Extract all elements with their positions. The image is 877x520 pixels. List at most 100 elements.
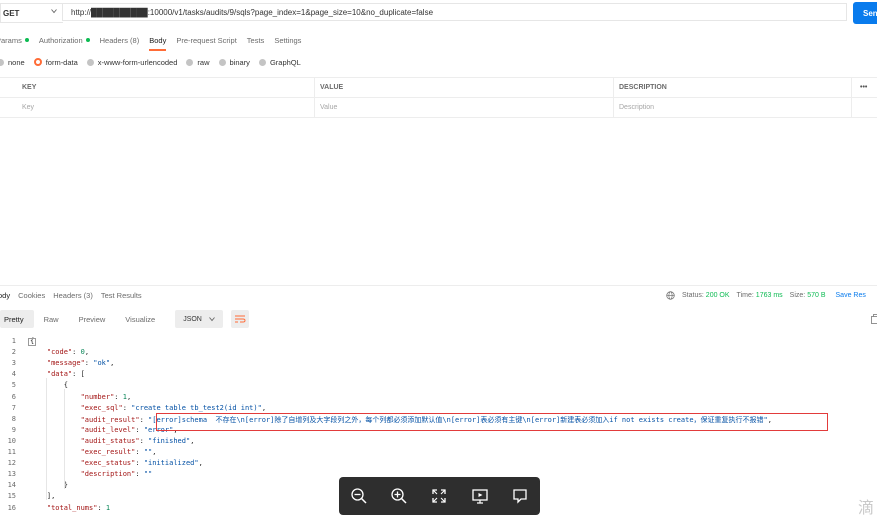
- fold-toggle-icon[interactable]: [28, 338, 36, 346]
- body-type-label: raw: [197, 57, 210, 67]
- line-number: 16: [7, 503, 16, 512]
- zoom-in-icon[interactable]: [388, 485, 410, 507]
- url-input[interactable]: http://██████████:10000/v1/tasks/audits/…: [62, 3, 847, 21]
- code-line: {: [30, 381, 68, 390]
- body-type-none[interactable]: none: [0, 58, 25, 67]
- response-status: Status: 200 OK Time: 1763 ms Size: 570 B…: [666, 289, 866, 301]
- key-input[interactable]: Key: [22, 98, 34, 117]
- line-number: 11: [7, 448, 16, 456]
- tab-body[interactable]: Body: [149, 35, 167, 51]
- wrap-lines-button[interactable]: [231, 310, 250, 328]
- value-column-header: VALUE: [320, 84, 344, 91]
- tab-label: Tests: [246, 35, 265, 45]
- body-type-label: GraphQL: [269, 57, 301, 67]
- radio-button[interactable]: [86, 58, 94, 66]
- watermark-text: 滴: [858, 498, 875, 517]
- chevron-down-icon: [209, 317, 216, 322]
- divider: [0, 285, 877, 286]
- line-number: 3: [11, 359, 16, 368]
- indent-guide: [64, 389, 65, 490]
- view-tab-preview[interactable]: Preview: [69, 310, 116, 328]
- highlight-box: [156, 413, 828, 431]
- radio-button[interactable]: [186, 58, 194, 66]
- line-number: 14: [7, 481, 16, 490]
- send-button[interactable]: Send: [853, 2, 877, 24]
- code-line: "description": "": [80, 470, 153, 479]
- description-column-header: DESCRIPTION: [619, 84, 667, 91]
- copy-icon[interactable]: [871, 314, 877, 324]
- view-tabs: Pretty Raw Preview Visualize JSON: [0, 310, 250, 328]
- code-line: "total_nums": 1: [46, 503, 111, 512]
- zoom-out-icon[interactable]: [348, 485, 370, 507]
- view-tab-raw[interactable]: Raw: [34, 310, 69, 328]
- body-type-graphql[interactable]: GraphQL: [258, 57, 301, 67]
- tab-label: Headers (8): [99, 35, 140, 45]
- fit-to-screen-icon[interactable]: [428, 485, 450, 507]
- tab-headers-8[interactable]: Headers (8): [100, 36, 140, 45]
- tab-tests[interactable]: Tests: [247, 36, 265, 45]
- description-input[interactable]: Description: [619, 98, 654, 117]
- code-line: "code": 0,: [46, 348, 90, 357]
- tab-label: Authorization: [38, 35, 83, 45]
- code-line: "exec_sql": "create table tb_test2(id in…: [80, 403, 267, 412]
- tab-label: Body: [149, 35, 167, 45]
- line-number: 9: [11, 425, 16, 434]
- radio-button[interactable]: [0, 58, 4, 66]
- active-indicator-dot: [85, 38, 90, 42]
- body-type-x-www-form-urlencoded[interactable]: x-www-form-urlencoded: [86, 58, 177, 67]
- line-number: 15: [7, 492, 16, 501]
- line-number: 10: [7, 436, 16, 445]
- code-line: "audit_status": "finished",: [80, 436, 195, 445]
- body-type-options: none form-data x-www-form-urlencoded raw bin…: [0, 55, 310, 69]
- body-type-label: binary: [229, 57, 250, 67]
- line-number: 12: [7, 459, 16, 468]
- method-select[interactable]: GET: [0, 3, 63, 23]
- wrap-lines-icon: [235, 315, 246, 323]
- image-viewer-toolbar: [339, 477, 540, 515]
- method-label: GET: [3, 8, 20, 18]
- line-number: 7: [11, 403, 16, 412]
- body-type-label: form-data: [45, 57, 78, 67]
- tab-authorization[interactable]: Authorization: [39, 36, 90, 45]
- globe-icon[interactable]: [666, 290, 675, 300]
- table-row: Key Value Description: [0, 98, 877, 118]
- tab-label: Settings: [274, 35, 302, 45]
- code-line: "exec_result": "",: [80, 448, 157, 456]
- chevron-down-icon: [51, 9, 57, 14]
- status-value[interactable]: 200 OK: [706, 292, 730, 299]
- body-type-raw[interactable]: raw: [186, 57, 210, 67]
- code-line: ],: [30, 492, 56, 501]
- radio-button[interactable]: [258, 58, 266, 66]
- format-label: JSON: [183, 315, 202, 323]
- view-tab-visualize[interactable]: Visualize: [115, 310, 165, 328]
- body-type-binary[interactable]: binary: [218, 57, 250, 67]
- form-data-table: KEY VALUE DESCRIPTION ••• Key Value Desc…: [0, 77, 877, 118]
- tab-pre-request-script[interactable]: Pre-request Script: [176, 36, 236, 45]
- response-tab-test-results[interactable]: Test Results: [101, 291, 142, 300]
- line-number: 2: [11, 348, 16, 357]
- tab-params[interactable]: Params: [0, 36, 29, 45]
- response-tab-cookies[interactable]: Cookies: [18, 291, 45, 300]
- save-response-button[interactable]: Save Res: [836, 292, 866, 299]
- radio-button[interactable]: [33, 58, 42, 66]
- slideshow-icon[interactable]: [469, 485, 491, 507]
- size-value[interactable]: 570 B: [807, 292, 825, 299]
- radio-button[interactable]: [218, 58, 226, 66]
- body-type-form-data[interactable]: form-data: [33, 57, 78, 67]
- value-input[interactable]: Value: [320, 98, 337, 117]
- view-tab-pretty[interactable]: Pretty: [0, 310, 34, 328]
- tab-settings[interactable]: Settings: [274, 36, 301, 45]
- body-type-label: none: [8, 57, 25, 67]
- format-select[interactable]: JSON: [175, 310, 224, 328]
- comment-icon[interactable]: [509, 485, 531, 507]
- more-options-icon[interactable]: •••: [860, 78, 867, 97]
- size-label: Size:: [789, 291, 806, 299]
- code-line: "message": "ok",: [46, 359, 115, 368]
- line-number: 1: [11, 337, 16, 345]
- response-tab-headers-3[interactable]: Headers (3): [53, 291, 93, 300]
- time-value[interactable]: 1763 ms: [756, 292, 783, 299]
- response-tab-body[interactable]: Body: [0, 291, 10, 300]
- table-header-row: KEY VALUE DESCRIPTION •••: [0, 77, 877, 98]
- active-indicator-dot: [24, 38, 29, 42]
- indent-guide: [46, 378, 47, 501]
